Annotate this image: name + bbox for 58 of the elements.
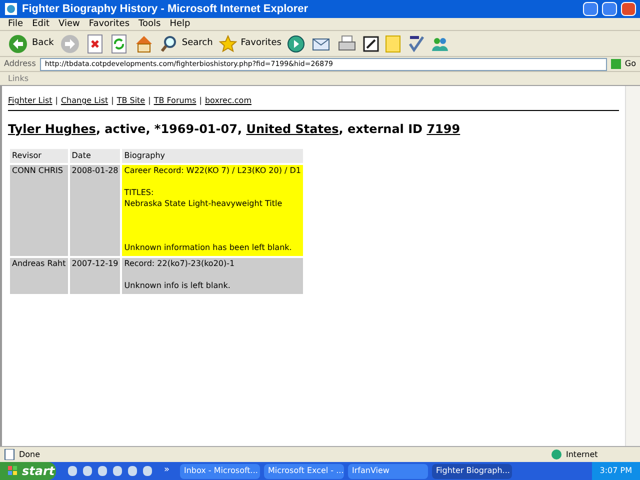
nav-link[interactable]: boxrec.com: [204, 95, 252, 107]
nav-link[interactable]: TB Site: [116, 95, 146, 107]
table-cell: Andreas Raht: [10, 258, 68, 294]
table-cell: 2008-01-28: [70, 165, 120, 256]
menu-item[interactable]: Favorites: [88, 20, 130, 28]
menu-item[interactable]: Edit: [32, 20, 50, 28]
globe-icon: [551, 449, 562, 460]
taskbar-button[interactable]: Fighter Biograph...: [432, 464, 512, 478]
home-icon[interactable]: [134, 34, 154, 54]
status-text: Done: [19, 448, 42, 460]
go-button[interactable]: Go: [610, 58, 636, 70]
fighter-heading: Tyler Hughes, active, *1969-01-07, United States, external ID 7199: [8, 121, 462, 138]
windows-logo: [8, 466, 18, 476]
taskbar-button[interactable]: Microsoft Excel - ...: [264, 464, 344, 478]
link-separator: |: [199, 95, 202, 107]
taskbar-button[interactable]: IrfanView: [348, 464, 428, 478]
menu-item[interactable]: File: [8, 20, 24, 28]
printer-icon[interactable]: [337, 34, 358, 52]
search-button[interactable]: Search: [160, 34, 213, 52]
zone-text: Internet: [566, 448, 599, 460]
favorites-button[interactable]: Favorites: [218, 34, 282, 52]
nav-link[interactable]: TB Forums: [154, 95, 196, 107]
page-icon: [4, 449, 15, 460]
links-label: Links: [8, 72, 29, 84]
menu-item[interactable]: View: [58, 20, 80, 28]
taskbar-button[interactable]: Inbox - Microsoft...: [180, 464, 260, 478]
column-header: Revisor: [10, 149, 68, 163]
window-title: Fighter Biography History - Microsoft Internet Explorer: [22, 2, 310, 17]
clock: 3:07 PM: [600, 465, 632, 477]
document-icon[interactable]: [363, 36, 380, 52]
spellcheck-icon[interactable]: [407, 34, 426, 52]
column-header: Date: [70, 149, 120, 163]
close-button[interactable]: [621, 2, 636, 16]
star-icon[interactable]: [218, 34, 237, 52]
link-separator: |: [111, 95, 114, 107]
nav-link[interactable]: Change List: [60, 95, 108, 107]
minimize-button[interactable]: [583, 2, 598, 16]
stop-icon[interactable]: [86, 34, 104, 54]
maximize-button[interactable]: [602, 2, 617, 16]
nav-link[interactable]: Fighter List: [8, 95, 52, 107]
table-cell: Record: 22(ko7)-23(ko20)-1 Unknown info is left blank.: [122, 258, 304, 294]
start-button[interactable]: start: [0, 462, 56, 480]
address-label: Address: [4, 58, 36, 70]
link-separator: |: [55, 95, 58, 107]
menu-item[interactable]: Help: [170, 20, 190, 28]
table-cell: CONN CHRIS: [10, 165, 68, 256]
browser-icon: [4, 2, 18, 16]
table-cell: 2007-12-19: [70, 258, 120, 294]
refresh-icon[interactable]: [110, 34, 128, 54]
search-icon[interactable]: [160, 34, 178, 52]
link-separator: |: [148, 95, 151, 107]
table-cell: Career Record: W22(KO 7) / L23(KO 20) / D1 TITLES: Nebraska State Light-heavyweight Title Unknown information has been left blank.: [122, 165, 304, 256]
media-icon[interactable]: [287, 34, 306, 52]
scrollbar[interactable]: [625, 86, 640, 446]
column-header: Biography: [122, 149, 304, 163]
back-button[interactable]: Back: [8, 34, 54, 54]
overflow-chevron[interactable]: »: [164, 464, 176, 478]
menu-item[interactable]: Tools: [138, 20, 161, 28]
